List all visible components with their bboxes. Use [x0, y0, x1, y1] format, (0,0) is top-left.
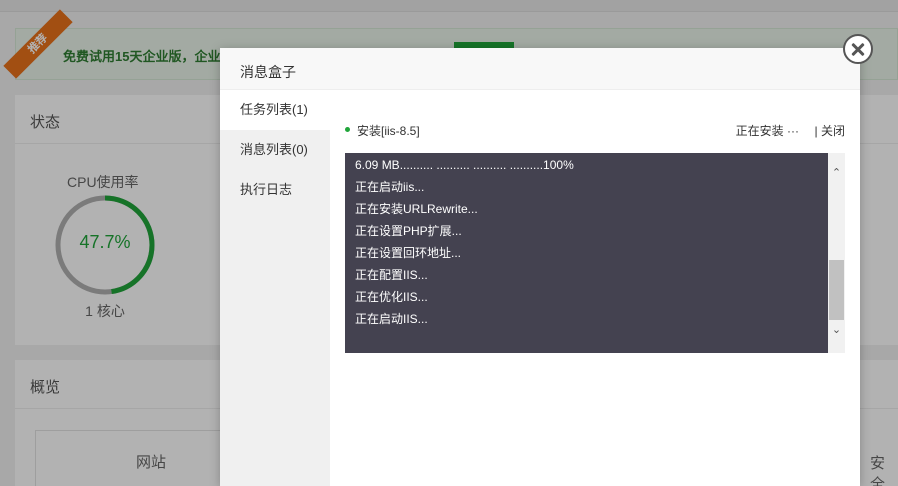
chevron-down-icon[interactable]: ⌄ [828, 322, 845, 339]
task-close-link[interactable]: | 关闭 [815, 122, 845, 139]
task-name: 安装[iis-8.5] [357, 124, 420, 138]
message-box-modal: 消息盒子 任务列表(1) 消息列表(0) 执行日志 安装[iis-8.5] 正在… [220, 34, 873, 486]
sidebar-item-tasks[interactable]: 任务列表(1) [220, 90, 330, 130]
console-line: 正在优化IIS... [355, 290, 428, 304]
console-line: 正在启动IIS... [355, 312, 428, 326]
scroll-thumb[interactable] [829, 260, 844, 320]
modal-title: 消息盒子 [240, 64, 296, 80]
console-line: 6.09 MB.......... .......... .......... … [355, 158, 574, 172]
status-dot-icon [345, 127, 350, 132]
install-console[interactable]: 6.09 MB.......... .......... .......... … [345, 153, 845, 353]
console-output: 6.09 MB.......... .......... .......... … [355, 156, 825, 332]
modal-header: 消息盒子 [220, 48, 860, 90]
console-line: 正在配置IIS... [355, 268, 428, 282]
modal-sidebar: 任务列表(1) 消息列表(0) 执行日志 [220, 90, 330, 486]
console-line: 正在设置回环地址... [355, 246, 462, 260]
console-line: 正在安装URLRewrite... [355, 202, 478, 216]
console-line: 正在设置PHP扩展... [355, 224, 462, 238]
chevron-up-icon[interactable]: ⌃ [828, 165, 845, 182]
sidebar-item-logs[interactable]: 执行日志 [220, 170, 330, 210]
console-scrollbar[interactable]: ⌃ ⌄ [828, 153, 845, 353]
sidebar-item-messages[interactable]: 消息列表(0) [220, 130, 330, 170]
task-status: 正在安装 ··· [735, 124, 799, 138]
console-line: 正在启动iis... [355, 180, 425, 194]
close-button[interactable] [843, 34, 873, 64]
task-row: 安装[iis-8.5] 正在安装 ··· | 关闭 [345, 121, 845, 139]
